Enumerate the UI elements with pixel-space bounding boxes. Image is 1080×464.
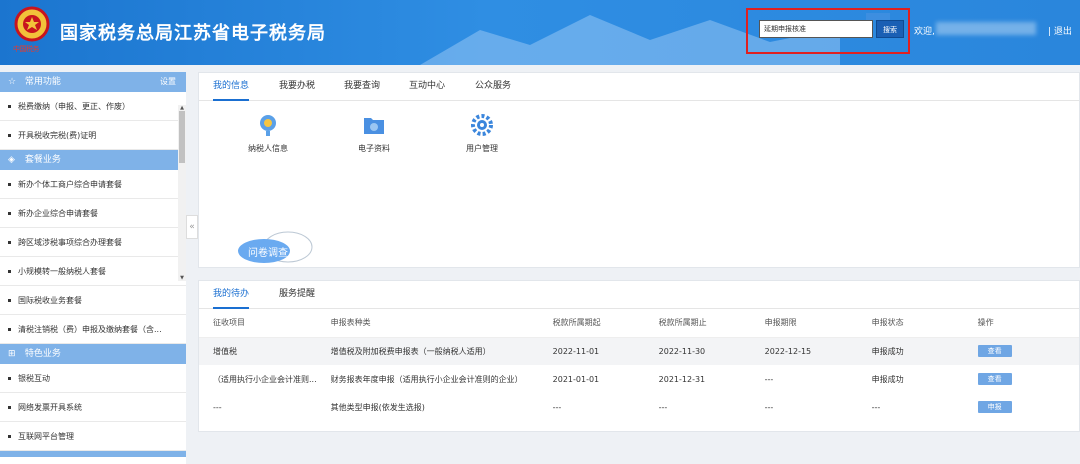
view-button[interactable]: 查看 xyxy=(977,345,1012,358)
collapse-sidebar-button[interactable]: « xyxy=(186,215,198,239)
scroll-thumb[interactable] xyxy=(179,111,185,163)
bullet-icon xyxy=(8,105,11,108)
user-management-icon xyxy=(471,114,493,136)
site-title: 国家税务总局江苏省电子税务局 xyxy=(60,23,326,44)
sidebar-item-tax-payment[interactable]: 税费缴纳（申报、更正、作废） xyxy=(0,92,186,121)
grid-icon: ⊞ xyxy=(8,349,16,359)
todo-panel: 我的待办 服务提醒 征收项目 申报表种类 税款所属期起 税款所属期止 申报期限 … xyxy=(198,280,1080,432)
tab-interaction[interactable]: 互动中心 xyxy=(409,73,445,101)
tab-my-info[interactable]: 我的信息 xyxy=(213,73,250,101)
quick-user-management[interactable]: 用户管理 xyxy=(457,113,507,154)
section-label: 常用功能 xyxy=(24,77,61,87)
section-label: 套餐业务 xyxy=(24,155,61,165)
scroll-down-icon[interactable]: ▼ xyxy=(178,275,186,281)
quick-e-documents[interactable]: 电子资料 xyxy=(349,113,399,154)
table-row: --- 其他类型申报(依发生选报) --- --- --- --- 申报 xyxy=(199,393,1079,421)
logout-link[interactable]: | 退出 xyxy=(1048,24,1072,37)
sidebar-section-common[interactable]: ☆ 常用功能 设置 xyxy=(0,72,186,92)
search-input[interactable]: 延期申报核准 xyxy=(759,20,873,38)
tab-service-reminder[interactable]: 服务提醒 xyxy=(279,281,315,309)
site-header: 中国税务 国家税务总局江苏省电子税务局 延期申报核准 搜索 欢迎, | 退出 xyxy=(0,0,1080,65)
tax-emblem-icon xyxy=(14,6,50,42)
sidebar-item-cross-region[interactable]: 跨区域涉税事项综合办理套餐 xyxy=(0,228,186,257)
bullet-icon xyxy=(8,328,11,331)
search-button[interactable]: 搜索 xyxy=(876,20,904,38)
bullet-icon xyxy=(8,299,11,302)
main-tabs: 我的信息 我要办税 我要查询 互动中心 公众服务 xyxy=(199,73,1079,101)
quick-taxpayer-info[interactable]: 纳税人信息 xyxy=(243,113,293,154)
col-header: 操作 xyxy=(963,309,1079,338)
bullet-icon xyxy=(8,270,11,273)
col-header: 申报状态 xyxy=(857,309,964,338)
sidebar-item-individual-business[interactable]: 新办个体工商户综合申请套餐 xyxy=(0,170,186,199)
sidebar-item-online-invoice[interactable]: 网络发票开具系统 xyxy=(0,393,186,422)
sidebar-section-next xyxy=(0,451,186,457)
bullet-icon xyxy=(8,134,11,137)
col-header: 征收项目 xyxy=(199,309,317,338)
col-header: 申报表种类 xyxy=(316,309,539,338)
declare-button[interactable]: 申报 xyxy=(977,401,1012,413)
my-info-panel: 我的信息 我要办税 我要查询 互动中心 公众服务 纳税人信息 电子资料 用户管理 xyxy=(198,72,1080,268)
sidebar-item-international-tax[interactable]: 国际税收业务套餐 xyxy=(0,286,186,315)
section-label: 特色业务 xyxy=(24,349,61,359)
tab-public-service[interactable]: 公众服务 xyxy=(475,73,511,101)
sidebar-scrollbar[interactable]: ▲ ▼ xyxy=(178,105,186,281)
todo-table: 征收项目 申报表种类 税款所属期起 税款所属期止 申报期限 申报状态 操作 增值… xyxy=(199,309,1079,421)
todo-tabs: 我的待办 服务提醒 xyxy=(199,281,1079,309)
star-icon: ☆ xyxy=(8,77,17,87)
bullet-icon xyxy=(8,377,11,380)
sidebar-section-package[interactable]: ◈ 套餐业务 xyxy=(0,150,186,170)
col-header: 税款所属期止 xyxy=(644,309,751,338)
col-header: 申报期限 xyxy=(750,309,858,338)
bullet-icon xyxy=(8,435,11,438)
table-row: 增值税 增值税及附加税费申报表（一般纳税人适用） 2022-11-01 2022… xyxy=(199,337,1079,365)
sidebar-item-bank-tax[interactable]: 银税互动 xyxy=(0,364,186,393)
bullet-icon xyxy=(8,183,11,186)
e-documents-icon xyxy=(364,118,384,134)
bullet-icon xyxy=(8,406,11,409)
sidebar-item-small-to-general[interactable]: 小规模转一般纳税人套餐 xyxy=(0,257,186,286)
bullet-icon xyxy=(8,212,11,215)
table-header-row: 征收项目 申报表种类 税款所属期起 税款所属期止 申报期限 申报状态 操作 xyxy=(199,309,1079,338)
sidebar: ☆ 常用功能 设置 税费缴纳（申报、更正、作废） 开具税收完税(费)证明 ◈ 套… xyxy=(0,72,186,464)
table-row: （适用执行小企业会计准则... 财务报表年度申报（适用执行小企业会计准则的企业）… xyxy=(199,365,1079,393)
sidebar-item-new-enterprise[interactable]: 新办企业综合申请套餐 xyxy=(0,199,186,228)
taxpayer-info-icon xyxy=(260,115,276,136)
settings-link[interactable]: 设置 xyxy=(160,72,176,92)
view-button[interactable]: 查看 xyxy=(977,373,1012,385)
tab-tax-handling[interactable]: 我要办税 xyxy=(279,73,315,101)
package-icon: ◈ xyxy=(8,155,15,165)
sidebar-section-featured[interactable]: ⊞ 特色业务 xyxy=(0,344,186,364)
sidebar-item-internet-platform[interactable]: 互联网平台管理 xyxy=(0,422,186,451)
survey-button[interactable]: 问卷调查 xyxy=(248,244,288,259)
tab-my-todo[interactable]: 我的待办 xyxy=(213,281,250,309)
emblem-caption: 中国税务 xyxy=(13,45,40,53)
col-header: 税款所属期起 xyxy=(538,309,645,338)
bullet-icon xyxy=(8,241,11,244)
sidebar-item-deregistration[interactable]: 清税注销税（费）申报及缴纳套餐（含... xyxy=(0,315,186,344)
welcome-text: 欢迎, xyxy=(914,27,935,37)
user-name-redacted xyxy=(936,22,1036,35)
search-tab-decoration xyxy=(866,13,890,20)
tab-query[interactable]: 我要查询 xyxy=(344,73,380,101)
sidebar-item-tax-certificate[interactable]: 开具税收完税(费)证明 xyxy=(0,121,186,150)
